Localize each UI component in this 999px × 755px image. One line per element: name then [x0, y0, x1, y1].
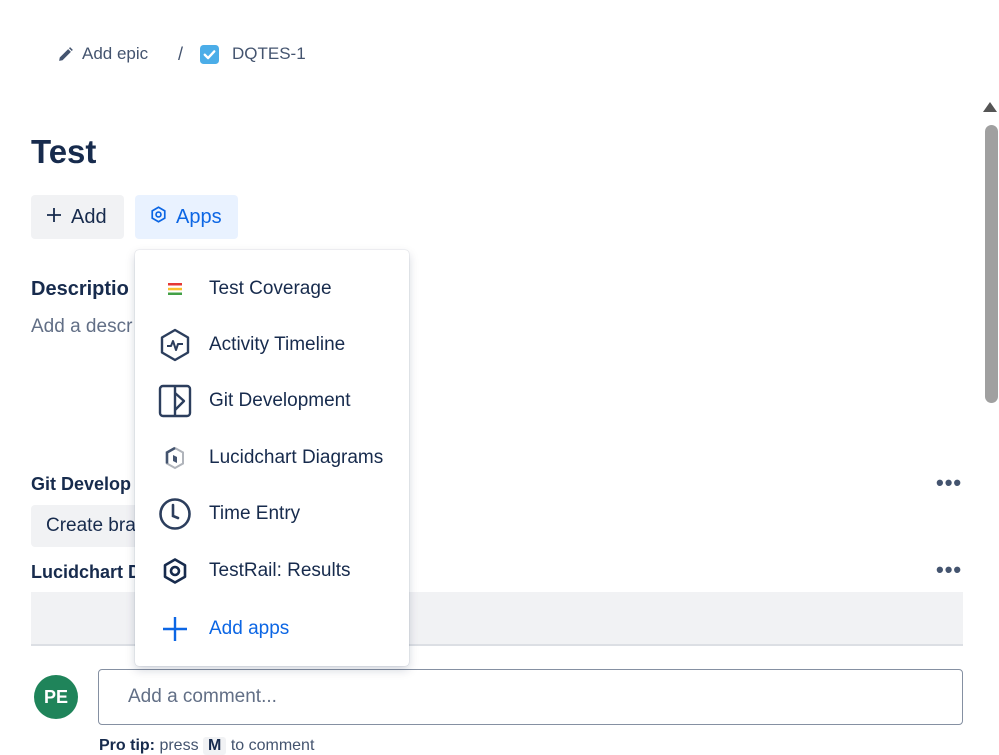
comment-input[interactable]: Add a comment... — [98, 669, 963, 725]
pro-tip-press: press — [159, 737, 199, 754]
menu-item-test-coverage[interactable]: Test Coverage — [135, 262, 409, 316]
lucidchart-icon — [156, 439, 194, 477]
menu-item-label: TestRail: Results — [209, 560, 351, 581]
comment-placeholder: Add a comment... — [128, 686, 277, 707]
pro-tip-suffix: to comment — [230, 737, 315, 754]
menu-item-label: Time Entry — [209, 503, 301, 524]
avatar[interactable]: PE — [34, 675, 78, 719]
breadcrumb-separator: / — [178, 44, 184, 64]
menu-item-label: Add apps — [209, 618, 290, 639]
lucidchart-label: Lucidchart D — [31, 562, 142, 582]
menu-item-activity-timeline[interactable]: Activity Timeline — [135, 318, 409, 372]
pro-tip: Pro tip: press M to comment — [99, 737, 314, 755]
issue-key-crumb[interactable]: DQTES-1 — [200, 44, 306, 64]
menu-item-label: Test Coverage — [209, 278, 332, 299]
menu-item-lucidchart-diagrams[interactable]: Lucidchart Diagrams — [135, 431, 409, 485]
add-epic-link[interactable]: Add epic — [82, 44, 148, 64]
lucid-more-button[interactable]: ••• — [936, 557, 962, 583]
menu-item-add-apps[interactable]: Add apps — [135, 602, 409, 656]
pencil-icon — [57, 46, 74, 63]
menu-item-git-development[interactable]: Git Development — [135, 374, 409, 428]
test-coverage-icon — [156, 270, 194, 308]
task-checkbox-icon — [200, 44, 219, 64]
page-title[interactable]: Test — [31, 133, 96, 171]
add-button-label: Add — [71, 205, 107, 228]
activity-timeline-icon — [156, 326, 194, 364]
pro-tip-prefix: Pro tip: — [99, 737, 155, 754]
plus-icon — [156, 610, 194, 648]
shortcut-key: M — [203, 737, 227, 755]
plus-icon — [46, 206, 62, 229]
menu-item-label: Lucidchart Diagrams — [209, 447, 384, 468]
apps-button-label: Apps — [176, 205, 222, 228]
description-placeholder[interactable]: Add a descr — [31, 316, 132, 338]
testrail-icon — [156, 552, 194, 590]
apps-dropdown-menu: Test Coverage Activity Timeline Git Deve… — [135, 250, 409, 666]
apps-icon — [150, 205, 167, 229]
breadcrumb: Add epic — [57, 44, 148, 64]
add-button[interactable]: Add — [31, 195, 124, 239]
scroll-up-arrow[interactable] — [983, 102, 997, 112]
menu-item-testrail-results[interactable]: TestRail: Results — [135, 544, 409, 598]
clock-icon — [156, 495, 194, 533]
git-more-button[interactable]: ••• — [936, 470, 962, 496]
issue-key-link[interactable]: DQTES-1 — [232, 44, 306, 64]
menu-item-label: Activity Timeline — [209, 334, 346, 355]
menu-item-label: Git Development — [209, 390, 351, 411]
description-label: Descriptio — [31, 278, 129, 300]
git-development-label: Git Develop — [31, 474, 132, 494]
scrollbar-thumb[interactable] — [985, 125, 998, 403]
menu-item-time-entry[interactable]: Time Entry — [135, 487, 409, 541]
git-development-icon — [156, 382, 194, 420]
apps-button[interactable]: Apps — [135, 195, 238, 239]
